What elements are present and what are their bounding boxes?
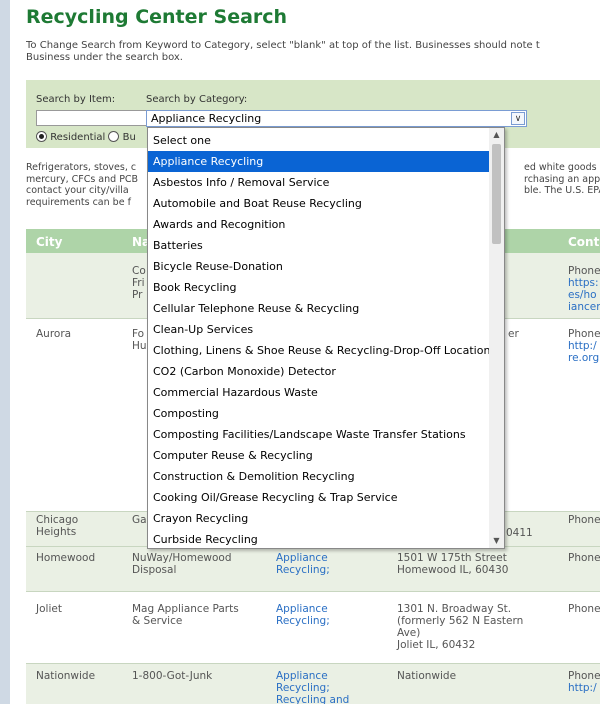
row-category-link[interactable]: Appliance Recycling; [276,552,330,576]
search-by-category-label: Search by Category: [146,94,248,105]
row-name: Co Fri Pr [132,265,146,301]
row-address: 1301 N. Broadway St. (formerly 562 N East… [397,603,524,651]
category-option[interactable]: Asbestos Info / Removal Service [148,172,489,193]
category-option[interactable]: Clean-Up Services [148,319,489,340]
category-option[interactable]: Curbside Recycling [148,529,489,548]
scroll-down-arrow-icon[interactable]: ▼ [489,534,504,548]
category-option[interactable]: Commercial Hazardous Waste [148,382,489,403]
category-option[interactable]: Clothing, Linens & Shoe Reuse & Recyclin… [148,340,489,361]
row-city: Chicago Heights [36,514,79,538]
category-dropdown-list[interactable]: Select one Appliance Recycling Asbestos … [147,127,505,549]
category-option[interactable]: Cellular Telephone Reuse & Recycling [148,298,489,319]
category-option[interactable]: Composting Facilities/Landscape Waste Tr… [148,424,489,445]
row-city: Nationwide [36,670,96,682]
search-by-category-select[interactable]: Appliance Recycling ∨ [146,110,527,127]
instructions-line-2: Business under the search box. [26,52,183,63]
category-option-selected[interactable]: Appliance Recycling [148,151,489,172]
instructions-line-1: To Change Search from Keyword to Categor… [26,40,540,51]
chevron-down-icon[interactable]: ∨ [511,112,525,125]
business-radio-label[interactable]: Bu [123,132,136,143]
row-city: Homewood [36,552,96,564]
description-line: contact your city/villa [26,185,129,196]
description-line-tail: rchasing an applia [524,173,600,185]
category-option[interactable]: Bicycle Reuse-Donation [148,256,489,277]
description-line: requirements can be f [26,196,131,208]
category-option[interactable]: Composting [148,403,489,424]
category-option[interactable]: Awards and Recognition [148,214,489,235]
category-option[interactable]: Select one [148,130,489,151]
category-option[interactable]: Construction & Demolition Recycling [148,466,489,487]
category-option[interactable]: CO2 (Carbon Monoxide) Detector [148,361,489,382]
row-category-link[interactable]: Appliance Recycling; Recycling and [276,670,349,704]
dropdown-scrollbar[interactable]: ▲ ▼ [489,128,504,548]
search-by-item-label: Search by Item: [36,94,116,105]
category-option[interactable]: Cooking Oil/Grease Recycling & Trap Serv… [148,487,489,508]
search-instructions: To Change Search from Keyword to Categor… [26,40,600,64]
row-contact[interactable]: Phone https: es/ho iancer [568,265,600,313]
row-city: Joliet [36,603,62,615]
scroll-up-arrow-icon[interactable]: ▲ [489,128,504,142]
row-name: Ga [132,514,147,526]
row-city: Aurora [36,328,72,340]
row-address: er [508,328,519,340]
row-contact: Phone [568,514,600,526]
category-option[interactable]: Crayon Recycling [148,508,489,529]
category-option[interactable]: Automobile and Boat Reuse Recycling [148,193,489,214]
category-option[interactable]: Book Recycling [148,277,489,298]
row-address: 0411 [506,527,533,539]
row-contact: Phone [568,552,600,564]
row-name: 1-800-Got-Junk [132,670,213,682]
category-select-value: Appliance Recycling [151,112,262,125]
row-address: 1501 W 175th Street Homewood IL, 60430 [397,552,509,576]
description-line: mercury, CFCs and PCB [26,173,139,185]
left-sidebar-strip [0,0,10,704]
page-title: Recycling Center Search [26,6,288,28]
scrollbar-thumb[interactable] [492,144,501,244]
row-name: Fo Hu [132,328,147,352]
row-contact[interactable]: Phone http:/ [568,670,600,694]
customer-type-radio-group: Residential Bu [36,131,136,143]
description-line-tail: ed white goods an [524,162,600,173]
business-radio[interactable] [108,131,120,142]
residential-radio[interactable] [36,131,47,142]
description-line: Refrigerators, stoves, c [26,162,137,173]
category-option[interactable]: Computer Reuse & Recycling [148,445,489,466]
row-name: Mag Appliance Parts & Service [132,603,239,627]
column-header-contact: Conta [568,235,600,249]
row-address: Nationwide [397,670,457,682]
row-contact: Phone [568,603,600,615]
row-contact[interactable]: Phone http:/re.org [568,328,600,364]
description-line-tail: ble. The U.S. EPA [524,185,600,196]
category-option[interactable]: Batteries [148,235,489,256]
row-name: NuWay/Homewood Disposal [132,552,232,576]
column-header-city: City [36,235,63,249]
residential-radio-label[interactable]: Residential [50,132,105,143]
row-category-link[interactable]: Appliance Recycling; [276,603,330,627]
